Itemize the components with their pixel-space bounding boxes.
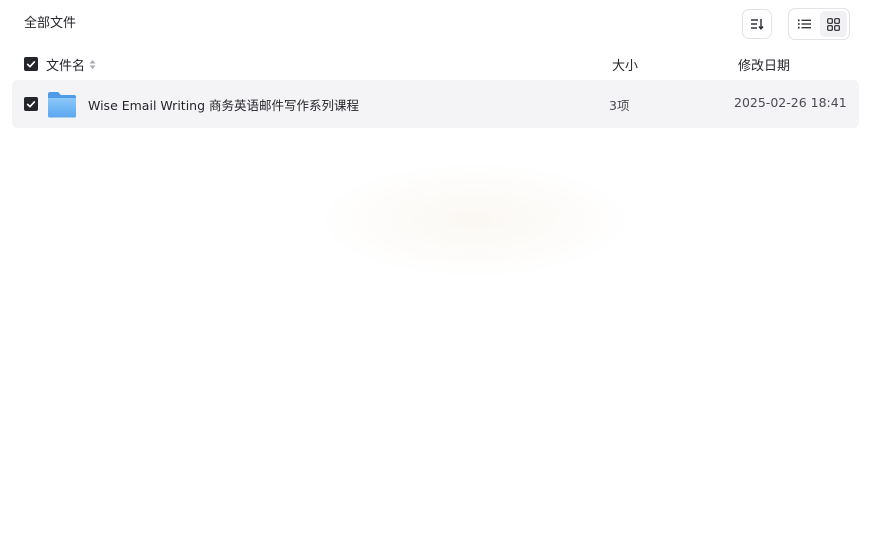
- column-header-date[interactable]: 修改日期: [738, 55, 790, 74]
- file-name-link[interactable]: Wise Email Writing 商务英语邮件写作系列课程: [88, 95, 359, 114]
- list-view-button[interactable]: [791, 11, 818, 37]
- table-header: 文件名 大小 修改日期: [12, 50, 859, 78]
- table-row[interactable]: Wise Email Writing 商务英语邮件写作系列课程 3项 2025-…: [12, 80, 859, 128]
- column-header-size[interactable]: 大小: [612, 55, 638, 74]
- grid-view-button[interactable]: [820, 11, 847, 37]
- folder-icon: [48, 92, 76, 118]
- page-title: 全部文件: [24, 16, 77, 31]
- view-mode-switch: [788, 8, 850, 40]
- column-header-name-label: 文件名: [46, 59, 86, 74]
- list-view-icon: [798, 19, 811, 29]
- sort-descending-icon: [751, 19, 764, 30]
- check-icon: [26, 60, 36, 68]
- file-browser: 全部文件 文件名 大小 修改日期 Wise Email Writing 商务英语…: [0, 0, 874, 538]
- row-checkbox[interactable]: [24, 97, 38, 111]
- background-glow: [325, 165, 625, 275]
- toolbar: [742, 8, 850, 40]
- sort-button[interactable]: [742, 9, 772, 39]
- check-icon: [26, 100, 36, 108]
- file-size: 3项: [609, 98, 630, 113]
- select-all-checkbox[interactable]: [24, 57, 38, 71]
- sort-toggle-icon: [89, 60, 96, 69]
- file-modified-date: 2025-02-26 18:41: [734, 95, 847, 110]
- grid-view-icon: [827, 17, 840, 31]
- column-header-name[interactable]: 文件名: [46, 55, 96, 74]
